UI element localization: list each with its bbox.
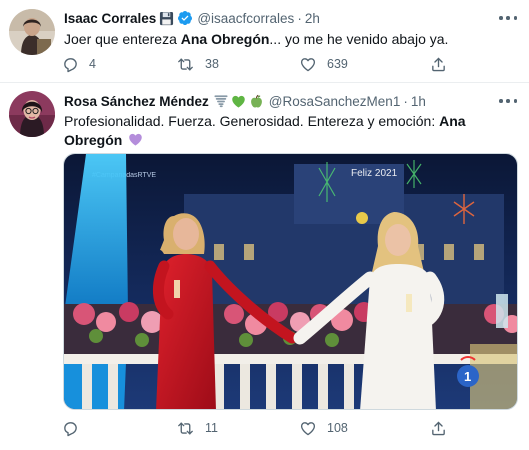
tweet-text-part: Profesionalidad. Fuerza. Generosidad. En…	[64, 113, 440, 129]
tweet[interactable]: Rosa Sánchez Méndez @RosaSanchezMen1 · 1…	[0, 83, 529, 450]
reply-count: 4	[89, 57, 96, 71]
reply-button[interactable]	[62, 420, 176, 437]
timestamp[interactable]: 1h	[411, 94, 426, 109]
author-handle[interactable]: @RosaSanchezMen1	[269, 94, 401, 109]
avatar[interactable]	[9, 9, 55, 55]
share-button[interactable]	[430, 420, 460, 437]
tweet-text-part: ... yo me he venido abajo ya.	[269, 31, 449, 47]
tweet-header: Rosa Sánchez Méndez @RosaSanchezMen1 · 1…	[64, 92, 426, 110]
tweet-header: Isaac Corrales @isaacfcorrales · 2h	[64, 9, 320, 27]
timestamp[interactable]: 2h	[305, 11, 320, 26]
floppy-disk-emoji-icon	[159, 11, 174, 26]
like-count: 108	[327, 421, 348, 435]
tweet-actions: 4 38 639	[62, 55, 515, 73]
author-name[interactable]: Rosa Sánchez Méndez	[64, 94, 209, 109]
author-name[interactable]: Isaac Corrales	[64, 11, 156, 26]
retweet-button[interactable]: 11	[176, 420, 299, 437]
tornado-emoji-icon	[214, 94, 228, 108]
reply-icon	[64, 421, 77, 436]
verified-badge-icon	[177, 10, 193, 26]
like-count: 639	[327, 57, 348, 71]
tweet[interactable]: Isaac Corrales @isaacfcorrales · 2h Joer…	[0, 0, 529, 83]
retweet-count: 38	[205, 57, 219, 71]
share-button[interactable]	[430, 56, 460, 73]
retweet-count: 11	[205, 421, 218, 435]
avatar[interactable]	[9, 91, 55, 137]
separator-dot: ·	[297, 10, 302, 26]
tweet-text-part: Joer que entereza	[64, 31, 181, 47]
tweet-media-image[interactable]: #CampanadasRTVE Feliz 2021	[63, 153, 518, 410]
author-handle[interactable]: @isaacfcorrales	[197, 11, 294, 26]
more-options-icon[interactable]	[499, 94, 517, 108]
share-icon	[432, 421, 445, 435]
media-year-label: Feliz 2021	[351, 168, 398, 179]
like-icon	[300, 421, 316, 435]
tweet-actions: 11 108	[62, 419, 515, 437]
more-options-icon[interactable]	[499, 11, 517, 25]
reply-icon	[64, 57, 77, 72]
retweet-icon	[178, 58, 193, 70]
like-button[interactable]: 639	[299, 56, 430, 73]
share-icon	[432, 57, 445, 71]
retweet-button[interactable]: 38	[176, 56, 299, 73]
retweet-icon	[178, 422, 193, 434]
tweet-text: Joer que entereza Ana Obregón... yo me h…	[64, 30, 515, 49]
like-icon	[300, 57, 316, 71]
green-apple-emoji-icon	[249, 94, 264, 109]
purple-heart-emoji-icon	[128, 132, 143, 152]
separator-dot: ·	[403, 93, 408, 109]
reply-button[interactable]: 4	[62, 56, 176, 73]
like-button[interactable]: 108	[299, 420, 430, 437]
channel-logo: 1	[464, 369, 471, 384]
highlighted-name: Ana Obregón	[180, 31, 270, 47]
green-heart-emoji-icon	[231, 94, 246, 109]
